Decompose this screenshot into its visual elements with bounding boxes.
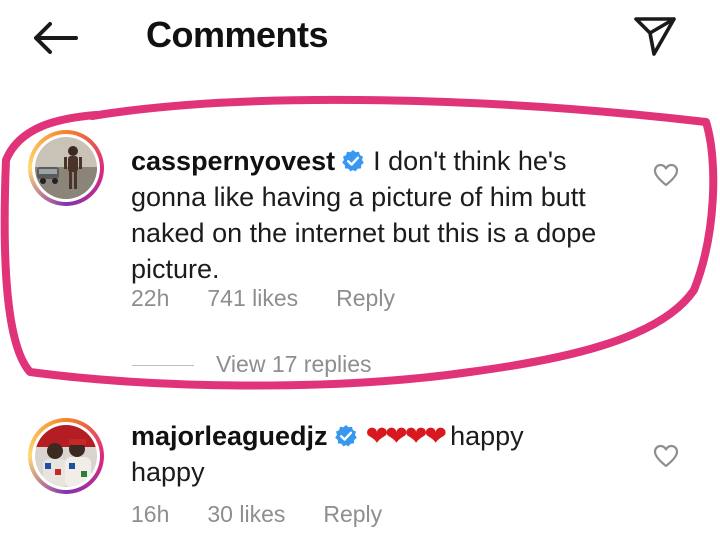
comment-text-line: happy bbox=[450, 421, 524, 451]
comment-likes-count[interactable]: 30 likes bbox=[207, 501, 285, 527]
comment-like-button[interactable] bbox=[653, 444, 679, 468]
comment-text-line: gonna like having a picture of him butt bbox=[131, 182, 586, 212]
comment-text-line: picture. bbox=[131, 254, 220, 284]
comment-timestamp: 16h bbox=[131, 501, 170, 527]
comment-text-line: I don't think he's bbox=[373, 146, 567, 176]
share-button[interactable] bbox=[632, 14, 678, 58]
reply-button[interactable]: Reply bbox=[336, 285, 395, 311]
comment-body: cassper­nyovest I don't think he's gonna… bbox=[131, 143, 631, 287]
view-replies-label: View 17 replies bbox=[216, 351, 372, 377]
heart-outline-icon bbox=[653, 163, 679, 187]
verified-badge-icon bbox=[334, 425, 357, 447]
back-button[interactable] bbox=[30, 18, 80, 58]
comment-text-line: naked on the internet but this is a dope bbox=[131, 218, 597, 248]
heart-emoji-row: ❤❤❤❤ bbox=[365, 421, 447, 451]
comment-meta: 16h 30 likes Reply bbox=[131, 501, 420, 528]
reply-button[interactable]: Reply bbox=[323, 501, 382, 527]
replies-divider bbox=[132, 365, 194, 366]
arrow-left-icon bbox=[34, 22, 78, 54]
comment-likes-count[interactable]: 741 likes bbox=[207, 285, 298, 311]
comment-like-button[interactable] bbox=[653, 163, 679, 187]
avatar-photo bbox=[35, 425, 97, 487]
verified-badge-icon bbox=[342, 150, 364, 172]
heart-outline-icon bbox=[653, 444, 679, 468]
comment-username[interactable]: majorleaguedjz bbox=[131, 421, 328, 451]
paper-plane-icon bbox=[634, 17, 676, 56]
header-bar: Comments bbox=[0, 0, 720, 80]
comment-timestamp: 22h bbox=[131, 285, 170, 311]
avatar[interactable] bbox=[28, 130, 104, 206]
comment-body: majorleaguedjz ❤❤❤❤ happy happy bbox=[131, 418, 631, 490]
avatar-photo bbox=[35, 137, 97, 199]
page-title: Comments bbox=[146, 14, 329, 55]
avatar[interactable] bbox=[28, 418, 104, 494]
comment-username[interactable]: cassper­nyovest bbox=[131, 146, 335, 176]
comment-text-line: happy bbox=[131, 457, 205, 487]
comment-meta: 22h 741 likes Reply bbox=[131, 285, 433, 312]
